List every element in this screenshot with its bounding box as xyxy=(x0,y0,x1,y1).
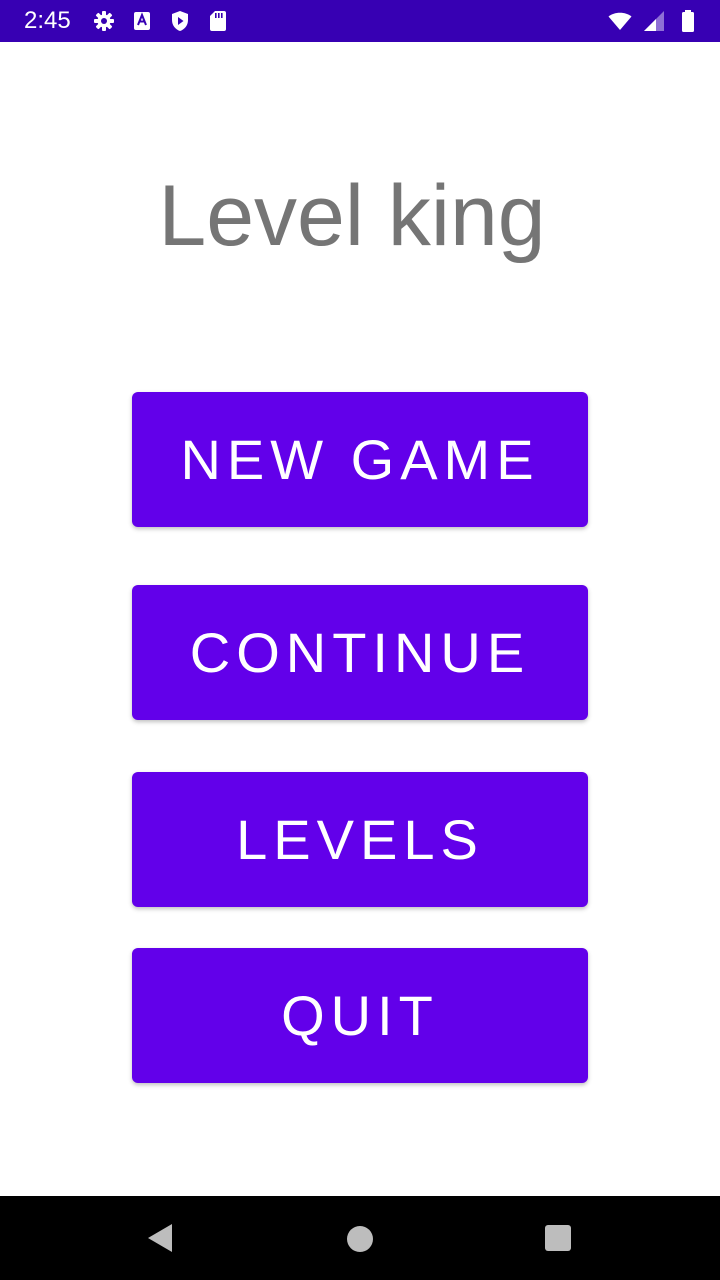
settings-icon xyxy=(94,11,114,31)
a-notification-icon xyxy=(134,12,150,30)
status-icons-right xyxy=(608,9,700,33)
back-icon[interactable] xyxy=(146,1222,174,1254)
quit-button[interactable]: QUIT xyxy=(132,948,588,1083)
sd-card-icon xyxy=(210,11,226,31)
recents-icon[interactable] xyxy=(545,1225,571,1251)
status-time: 2:45 xyxy=(24,7,71,34)
levels-button[interactable]: LEVELS xyxy=(132,772,588,907)
navigation-bar xyxy=(0,1196,720,1280)
cell-signal-icon xyxy=(644,11,664,31)
status-bar: 2:45 xyxy=(0,0,720,42)
shield-play-icon xyxy=(172,11,188,31)
new-game-button[interactable]: NEW GAME xyxy=(132,392,588,527)
wifi-icon xyxy=(608,12,632,30)
continue-button[interactable]: CONTINUE xyxy=(132,585,588,720)
battery-icon xyxy=(682,10,694,32)
app-title: Level king xyxy=(158,168,546,264)
home-icon[interactable] xyxy=(347,1226,373,1252)
status-icons-left xyxy=(92,9,230,33)
